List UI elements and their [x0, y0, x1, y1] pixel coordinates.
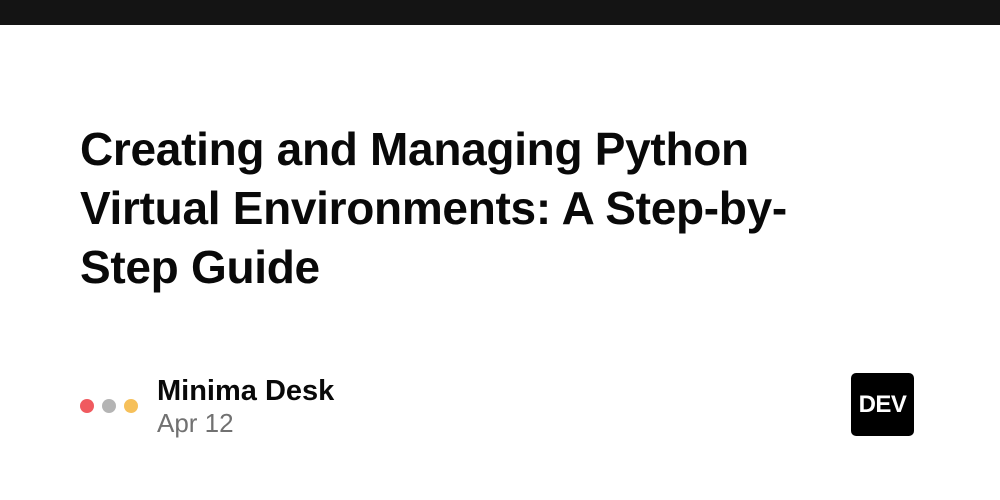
- author-name: Minima Desk: [157, 375, 335, 407]
- avatar: [80, 399, 157, 413]
- author-info: Minima Desk Apr 12: [157, 374, 334, 438]
- post-title: Creating and Managing Python Virtual Env…: [80, 123, 787, 293]
- gray-dot-icon: [102, 399, 116, 413]
- red-dot-icon: [80, 399, 94, 413]
- yellow-dot-icon: [124, 399, 138, 413]
- top-bar: [0, 0, 1000, 25]
- dev-logo: DEV: [851, 373, 914, 436]
- post-date: Apr 12: [157, 408, 234, 438]
- dev-logo-text: DEV: [858, 390, 907, 418]
- author-block: Minima Desk Apr 12: [80, 374, 334, 438]
